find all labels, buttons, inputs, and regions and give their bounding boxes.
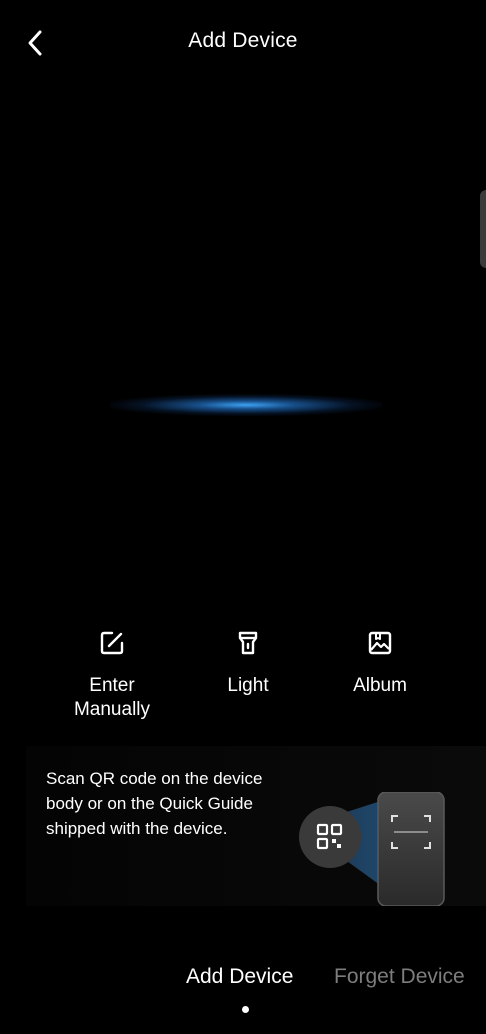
- scan-hint-text: Scan QR code on the device body or on th…: [46, 769, 263, 838]
- album-icon: [368, 631, 392, 655]
- album-label: Album: [353, 675, 407, 696]
- active-tab-indicator: [242, 1006, 249, 1013]
- enter-manually-label: Enter Manually: [73, 675, 151, 720]
- scan-viewfinder: [0, 84, 486, 604]
- tab-add-device[interactable]: Add Device: [186, 965, 293, 989]
- enter-manually-button[interactable]: Enter Manually: [60, 630, 164, 722]
- light-label: Light: [227, 675, 269, 696]
- light-button[interactable]: Light: [196, 630, 300, 698]
- tab-forget-device[interactable]: Forget Device: [334, 965, 465, 989]
- qr-scan-illustration: [299, 792, 445, 906]
- header: Add Device: [0, 0, 486, 84]
- bottom-tabs: Add Device Forget Device: [0, 960, 486, 1034]
- scan-line: [110, 394, 382, 416]
- flashlight-icon: [238, 631, 258, 655]
- edit-icon: [100, 631, 124, 655]
- scan-hint-card: Scan QR code on the device body or on th…: [26, 746, 486, 906]
- page-title: Add Device: [188, 29, 298, 52]
- album-button[interactable]: Album: [328, 630, 432, 698]
